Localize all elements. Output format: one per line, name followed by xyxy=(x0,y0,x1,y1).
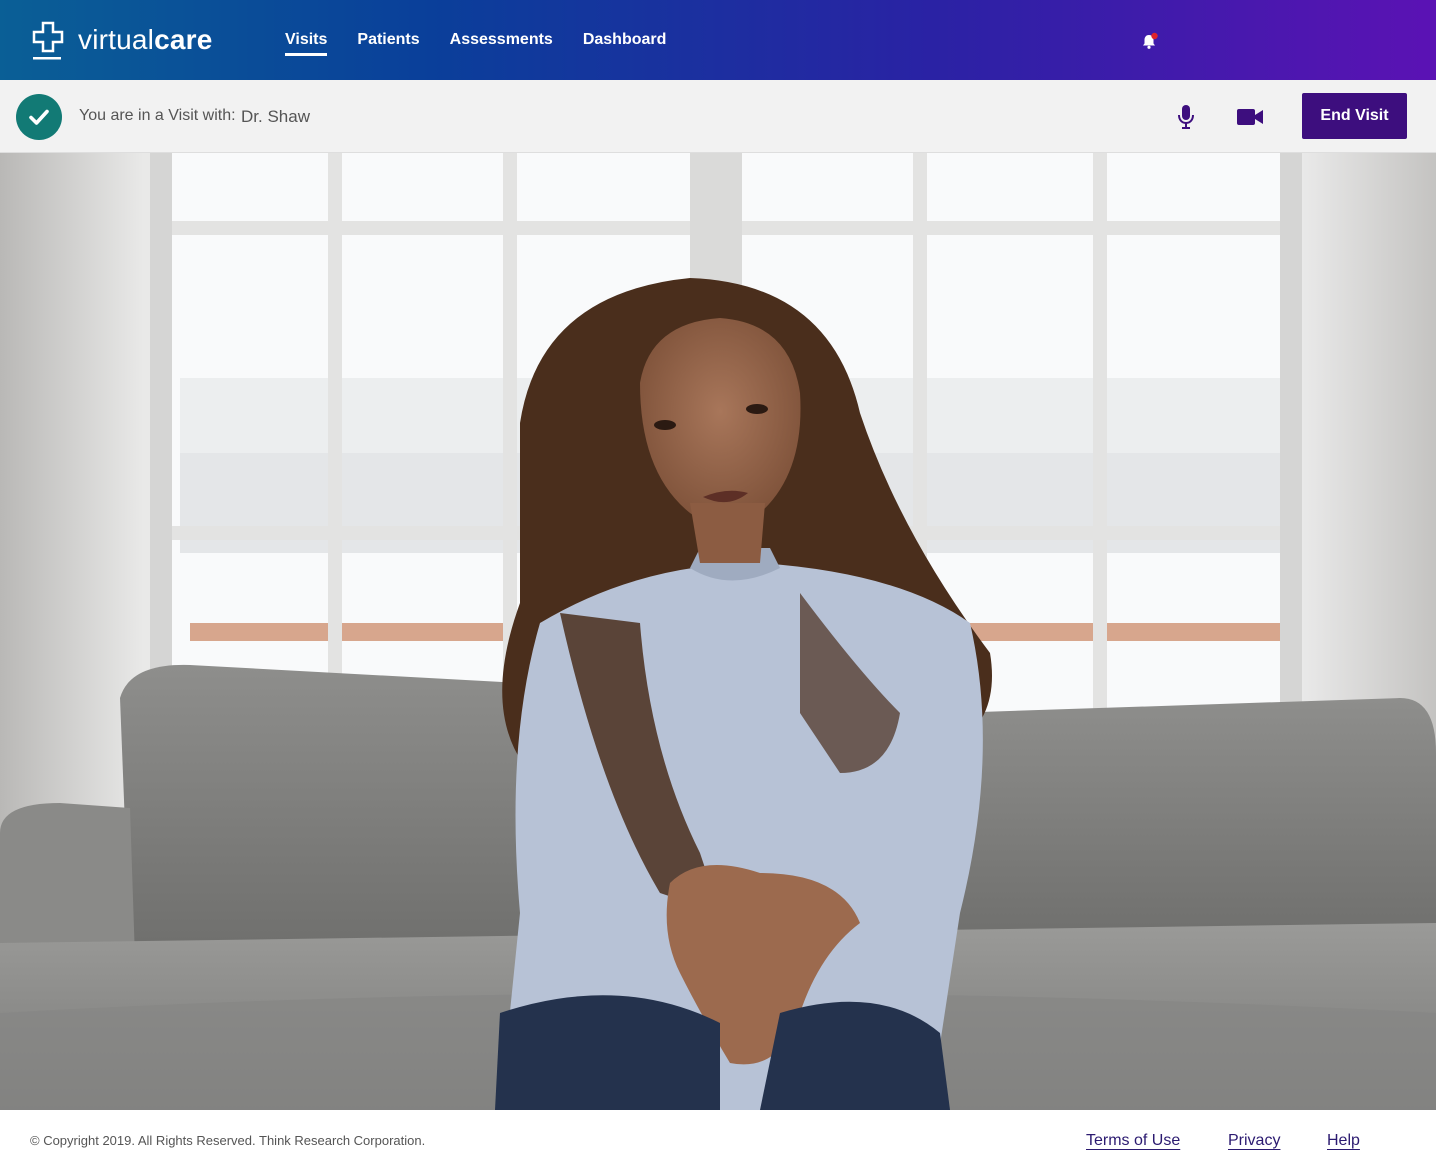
nav-dashboard[interactable]: Dashboard xyxy=(583,0,667,80)
medical-cross-icon xyxy=(32,21,64,60)
logo-text: virtualcare xyxy=(78,26,213,54)
help-link[interactable]: Help xyxy=(1327,1132,1360,1150)
copyright-text: © Copyright 2019. All Rights Reserved. T… xyxy=(30,1133,426,1148)
main-nav: Visits Patients Assessments Dashboard xyxy=(285,0,696,80)
nav-assessments[interactable]: Assessments xyxy=(450,0,553,80)
notification-dot xyxy=(1151,32,1158,40)
virtualcare-logo[interactable]: virtualcare xyxy=(30,18,213,62)
visit-status-label: You are in a Visit with: xyxy=(79,107,236,124)
video-camera-icon[interactable] xyxy=(1237,108,1263,126)
microphone-icon[interactable] xyxy=(1176,104,1196,130)
visit-doctor-name: Dr. Shaw xyxy=(241,107,310,126)
visit-status-bar: You are in a Visit with: Dr. Shaw xyxy=(0,80,1436,153)
video-frame xyxy=(0,153,1436,1110)
nav-patients[interactable]: Patients xyxy=(357,0,419,80)
logo-text-light: virtual xyxy=(78,24,155,55)
patient-video-feed xyxy=(0,153,1436,1110)
privacy-link[interactable]: Privacy xyxy=(1228,1132,1280,1150)
check-icon xyxy=(16,94,62,140)
nav-visits[interactable]: Visits xyxy=(285,0,328,80)
top-navigation-bar: virtualcare Visits Patients Assessments … xyxy=(0,0,1436,80)
footer: © Copyright 2019. All Rights Reserved. T… xyxy=(0,1110,1436,1173)
end-visit-button[interactable]: End Visit xyxy=(1302,93,1407,139)
logo-text-bold: care xyxy=(154,24,213,55)
terms-of-use-link[interactable]: Terms of Use xyxy=(1086,1132,1180,1150)
bell-icon[interactable] xyxy=(1141,32,1159,50)
